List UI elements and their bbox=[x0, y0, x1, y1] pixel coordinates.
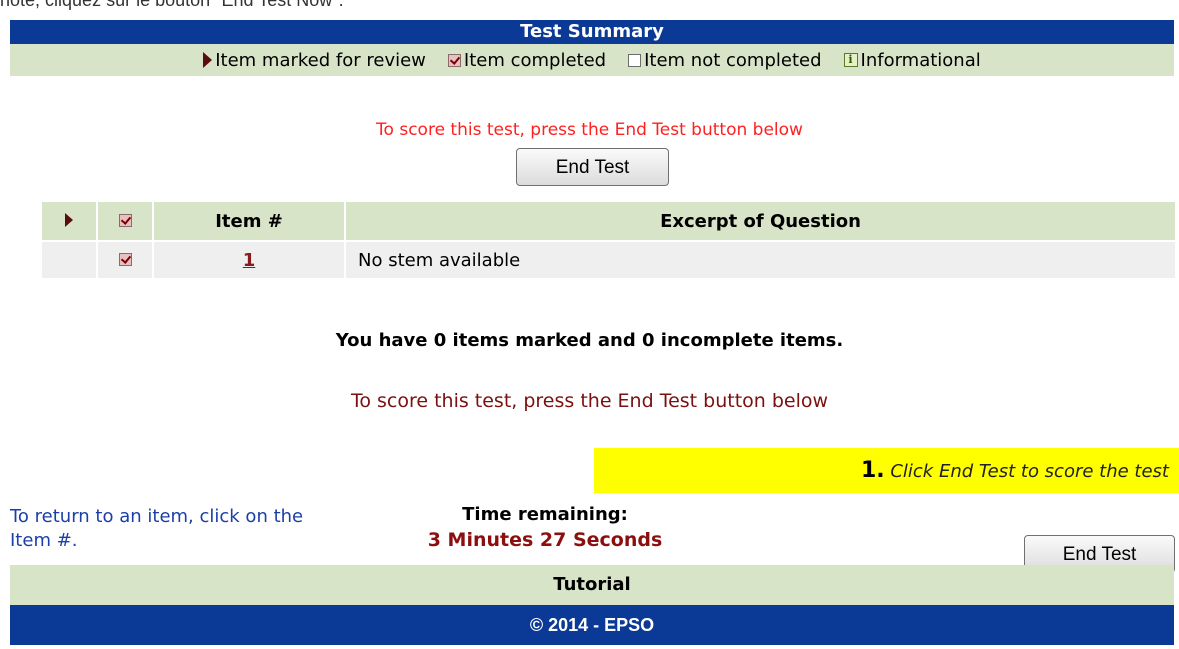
header-excerpt: Excerpt of Question bbox=[346, 202, 1175, 240]
end-test-button-top[interactable]: End Test bbox=[516, 148, 669, 186]
legend-completed: Item completed bbox=[447, 49, 607, 71]
score-notice-bottom: To score this test, press the End Test b… bbox=[350, 390, 829, 412]
legend-not-completed-label: Item not completed bbox=[644, 49, 822, 71]
item-number-link[interactable]: 1 bbox=[237, 250, 262, 271]
legend-marked: Item marked for review bbox=[203, 50, 426, 71]
legend-not-completed: Item not completed bbox=[628, 49, 822, 71]
instruction-callout: 1. Click End Test to score the test bbox=[594, 448, 1179, 493]
header-item-number: Item # bbox=[154, 202, 344, 240]
info-icon: i bbox=[843, 53, 858, 67]
row-item-cell: 1 bbox=[154, 240, 344, 278]
review-flag-icon bbox=[65, 212, 73, 227]
items-summary-text: You have 0 items marked and 0 incomplete… bbox=[335, 330, 844, 351]
row-excerpt-cell: No stem available bbox=[346, 240, 1175, 278]
review-flag-icon bbox=[203, 52, 213, 68]
legend-bar: Item marked for review Item completed It… bbox=[10, 44, 1174, 76]
time-remaining-value: 3 Minutes 27 Seconds bbox=[427, 529, 663, 551]
table-header-row: Item # Excerpt of Question bbox=[42, 202, 1175, 240]
header-completed-column bbox=[98, 202, 152, 240]
header-flag-column bbox=[42, 202, 96, 240]
row-completed-cell bbox=[98, 240, 152, 278]
checked-checkbox-icon bbox=[447, 53, 461, 67]
legend-marked-label: Item marked for review bbox=[215, 49, 426, 71]
page-title: Test Summary bbox=[10, 20, 1174, 44]
checked-checkbox-icon bbox=[118, 252, 132, 266]
legend-informational: i Informational bbox=[843, 49, 981, 71]
legend-informational-label: Informational bbox=[860, 49, 981, 71]
top-instruction-text: note, cliquez sur le bouton "End Test No… bbox=[0, 0, 344, 10]
row-flag-cell bbox=[42, 240, 96, 278]
score-notice-top: To score this test, press the End Test b… bbox=[376, 120, 803, 140]
footer-copyright: © 2014 - EPSO bbox=[10, 605, 1174, 645]
table-row: 1 No stem available bbox=[42, 240, 1175, 278]
checked-checkbox-icon bbox=[118, 213, 132, 227]
return-hint-text: To return to an item, click on the Item … bbox=[10, 506, 304, 551]
items-table: Item # Excerpt of Question 1 No stem ava… bbox=[40, 202, 1177, 278]
callout-text: Click End Test to score the test bbox=[890, 461, 1169, 482]
tutorial-label: Tutorial bbox=[10, 565, 1174, 605]
empty-checkbox-icon bbox=[628, 53, 642, 67]
legend-completed-label: Item completed bbox=[463, 49, 607, 71]
time-remaining-label: Time remaining: bbox=[462, 504, 628, 525]
callout-step-number: 1. bbox=[860, 458, 885, 483]
